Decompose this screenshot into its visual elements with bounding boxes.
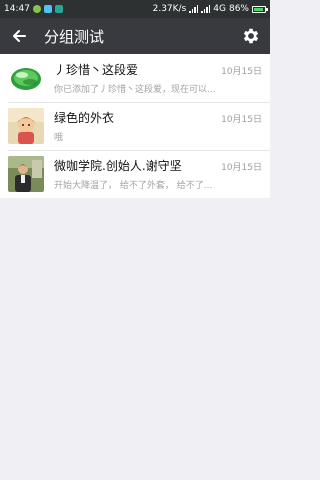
conversation-header: 丿珍惜丶这段爱 10月15日 (54, 61, 262, 78)
page-title: 分组测试 (44, 27, 105, 46)
status-bar-left: 14:47 (4, 4, 63, 14)
green-drop-avatar-icon (8, 60, 44, 96)
signal-icon (201, 5, 211, 13)
app-notification-icon (43, 5, 52, 13)
message-date: 10月15日 (221, 115, 262, 125)
status-bar-right: 2.37K/s 4G 86% (152, 4, 268, 14)
message-preview: 你已添加了丿珍惜丶这段爱，现在可以... (54, 85, 216, 95)
title-bar: 分组测试 (0, 18, 270, 54)
battery-percent: 86% (228, 4, 249, 14)
contact-name: 绿色的外衣 (54, 111, 115, 125)
app-notification-icon (54, 5, 63, 13)
back-button[interactable] (10, 27, 28, 45)
status-time: 14:47 (4, 4, 30, 14)
contact-name: 微咖学院.创始人.谢守坚 (54, 159, 182, 173)
status-bar: 14:47 2.37K/s 4G 86% (0, 0, 270, 18)
conversation-row[interactable]: 绿色的外衣 10月15日 哦 (0, 102, 270, 150)
message-date: 10月15日 (221, 163, 262, 173)
cartoon-avatar-icon (8, 108, 44, 144)
network-speed: 2.37K/s (152, 4, 187, 14)
avatar (8, 108, 44, 144)
app-notification-icon (32, 5, 41, 13)
back-arrow-icon (13, 30, 26, 42)
photo-avatar-icon (8, 156, 44, 192)
conversation-content: 绿色的外衣 10月15日 哦 (54, 109, 270, 143)
message-preview: 开始大降温了， 给不了外套， 给不了... (54, 181, 213, 191)
battery-fill (254, 7, 263, 11)
signal-icon (189, 5, 199, 13)
contact-name: 丿珍惜丶这段爱 (54, 63, 139, 77)
conversation-content: 微咖学院.创始人.谢守坚 10月15日 开始大降温了， 给不了外套， 给不了..… (54, 157, 270, 191)
settings-button[interactable] (240, 25, 262, 47)
conversation-row[interactable]: 丿珍惜丶这段爱 10月15日 你已添加了丿珍惜丶这段爱，现在可以... (0, 54, 270, 102)
conversation-content: 丿珍惜丶这段爱 10月15日 你已添加了丿珍惜丶这段爱，现在可以... (54, 61, 270, 95)
gear-icon (243, 28, 259, 44)
conversation-header: 绿色的外衣 10月15日 (54, 109, 262, 126)
conversation-header: 微咖学院.创始人.谢守坚 10月15日 (54, 157, 262, 174)
avatar (8, 156, 44, 192)
message-date: 10月15日 (221, 67, 262, 77)
conversation-row[interactable]: 微咖学院.创始人.谢守坚 10月15日 开始大降温了， 给不了外套， 给不了..… (0, 150, 270, 198)
battery-icon (252, 5, 268, 13)
conversation-list: 丿珍惜丶这段爱 10月15日 你已添加了丿珍惜丶这段爱，现在可以... 绿色的外… (0, 54, 270, 198)
avatar (8, 60, 44, 96)
network-type: 4G (213, 4, 226, 14)
message-preview: 哦 (54, 133, 64, 143)
